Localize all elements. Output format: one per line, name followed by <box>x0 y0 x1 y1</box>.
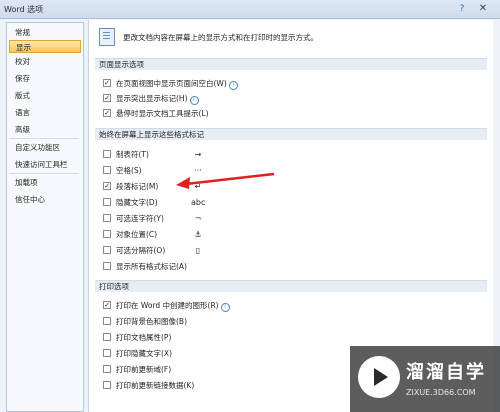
option-label: 空格(S) <box>116 166 142 175</box>
play-logo-icon <box>358 356 400 398</box>
option-label: 可选连字符(Y) <box>116 214 164 223</box>
red-annotation-arrow <box>176 172 275 189</box>
option-label: 在页面视图中显示页面间空白(W) <box>116 79 227 88</box>
info-icon: i <box>189 96 199 105</box>
checkbox-hidden-text[interactable] <box>103 198 111 206</box>
info-icon: i <box>220 303 230 312</box>
info-icon: i <box>228 81 238 90</box>
sidebar-item-trust-center[interactable]: 信任中心 <box>9 193 79 206</box>
watermark-subtitle: ZIXUE.3D66.COM <box>406 388 476 397</box>
sidebar-item-customize-ribbon[interactable]: 自定义功能区 <box>9 141 79 154</box>
sidebar-item-general[interactable]: 常规 <box>9 26 79 39</box>
option-label: 打印文档属性(P) <box>116 333 172 342</box>
option-label: 打印背景色和图像(B) <box>116 317 187 326</box>
option-label: 显示突出显示标记(H) <box>116 94 188 103</box>
checkbox-show-whitespace[interactable]: ✓ <box>103 79 111 87</box>
sidebar-item-language[interactable]: 语言 <box>9 106 79 119</box>
close-icon[interactable]: ✕ <box>476 3 490 15</box>
checkbox-print-drawings[interactable]: ✓ <box>103 301 111 309</box>
section-header-formatting-marks: 始终在屏幕上显示这些格式标记 <box>95 128 487 140</box>
sidebar-item-proofing[interactable]: 校对 <box>9 55 79 68</box>
watermark-overlay: 溜溜自学 ZIXUE.3D66.COM <box>350 346 500 412</box>
panel-description: 更改文档内容在屏幕上的显示方式和在打印时的显示方式。 <box>123 33 318 42</box>
options-sidebar: 常规 显示 校对 保存 版式 语言 高级 自定义功能区 快速访问工具栏 加载项 … <box>6 22 84 412</box>
sidebar-item-layout[interactable]: 版式 <box>9 89 79 102</box>
section-header-page-display: 页面显示选项 <box>95 58 487 70</box>
checkbox-spaces[interactable] <box>103 166 111 174</box>
option-label: 可选分隔符(O) <box>116 246 166 255</box>
arrow-head <box>176 177 190 189</box>
title-bar: Word 选项 ? ✕ <box>0 0 500 19</box>
checkbox-print-document-properties[interactable] <box>103 333 111 341</box>
option-label: 悬停时显示文档工具提示(L) <box>116 109 209 118</box>
option-label: 对象位置(C) <box>116 230 158 239</box>
optional-break-mark-icon: ▯ <box>195 246 201 255</box>
sidebar-divider <box>9 173 79 174</box>
checkbox-object-anchors[interactable] <box>103 230 111 238</box>
option-label: 段落标记(M) <box>116 182 159 191</box>
checkbox-show-tooltips[interactable]: ✓ <box>103 109 111 117</box>
sidebar-item-save[interactable]: 保存 <box>9 72 79 85</box>
option-label: 打印前更新链接数据(K) <box>116 381 195 390</box>
sidebar-item-quick-access-toolbar[interactable]: 快速访问工具栏 <box>9 158 79 171</box>
checkbox-optional-hyphens[interactable] <box>103 214 111 222</box>
sidebar-item-display[interactable]: 显示 <box>9 40 81 53</box>
option-label: 打印在 Word 中创建的图形(R) <box>116 301 219 310</box>
window-title: Word 选项 <box>4 5 44 14</box>
checkbox-update-linked-data[interactable] <box>103 381 111 389</box>
option-label: 显示所有格式标记(A) <box>116 262 187 271</box>
section-header-print-options: 打印选项 <box>95 280 487 292</box>
option-label: 制表符(T) <box>116 150 149 159</box>
checkbox-show-highlighter[interactable]: ✓ <box>103 94 111 102</box>
hidden-text-mark-icon: abc <box>191 198 206 207</box>
sidebar-divider <box>9 138 79 139</box>
checkbox-tab-characters[interactable] <box>103 150 111 158</box>
checkbox-update-fields[interactable] <box>103 365 111 373</box>
anchor-icon: ⚓ <box>194 230 202 239</box>
document-display-icon <box>99 28 115 46</box>
checkbox-show-all-marks[interactable] <box>103 262 111 270</box>
word-options-window: Word 选项 ? ✕ 常规 显示 校对 保存 版式 语言 高级 自定义功能区 … <box>0 0 500 412</box>
option-label: 打印隐藏文字(X) <box>116 349 172 358</box>
arrow-shaft <box>185 172 275 186</box>
watermark-title: 溜溜自学 <box>406 362 486 383</box>
checkbox-paragraph-marks[interactable]: ✓ <box>103 182 111 190</box>
sidebar-item-advanced[interactable]: 高级 <box>9 123 79 136</box>
checkbox-print-background[interactable] <box>103 317 111 325</box>
hyphen-mark-icon: ¬ <box>194 214 202 223</box>
tab-mark-icon: → <box>194 150 202 159</box>
checkbox-print-hidden-text[interactable] <box>103 349 111 357</box>
help-icon[interactable]: ? <box>456 3 468 15</box>
sidebar-item-add-ins[interactable]: 加载项 <box>9 176 79 189</box>
checkbox-optional-breaks[interactable] <box>103 246 111 254</box>
option-label: 打印前更新域(F) <box>116 365 172 374</box>
option-label: 隐藏文字(D) <box>116 198 158 207</box>
